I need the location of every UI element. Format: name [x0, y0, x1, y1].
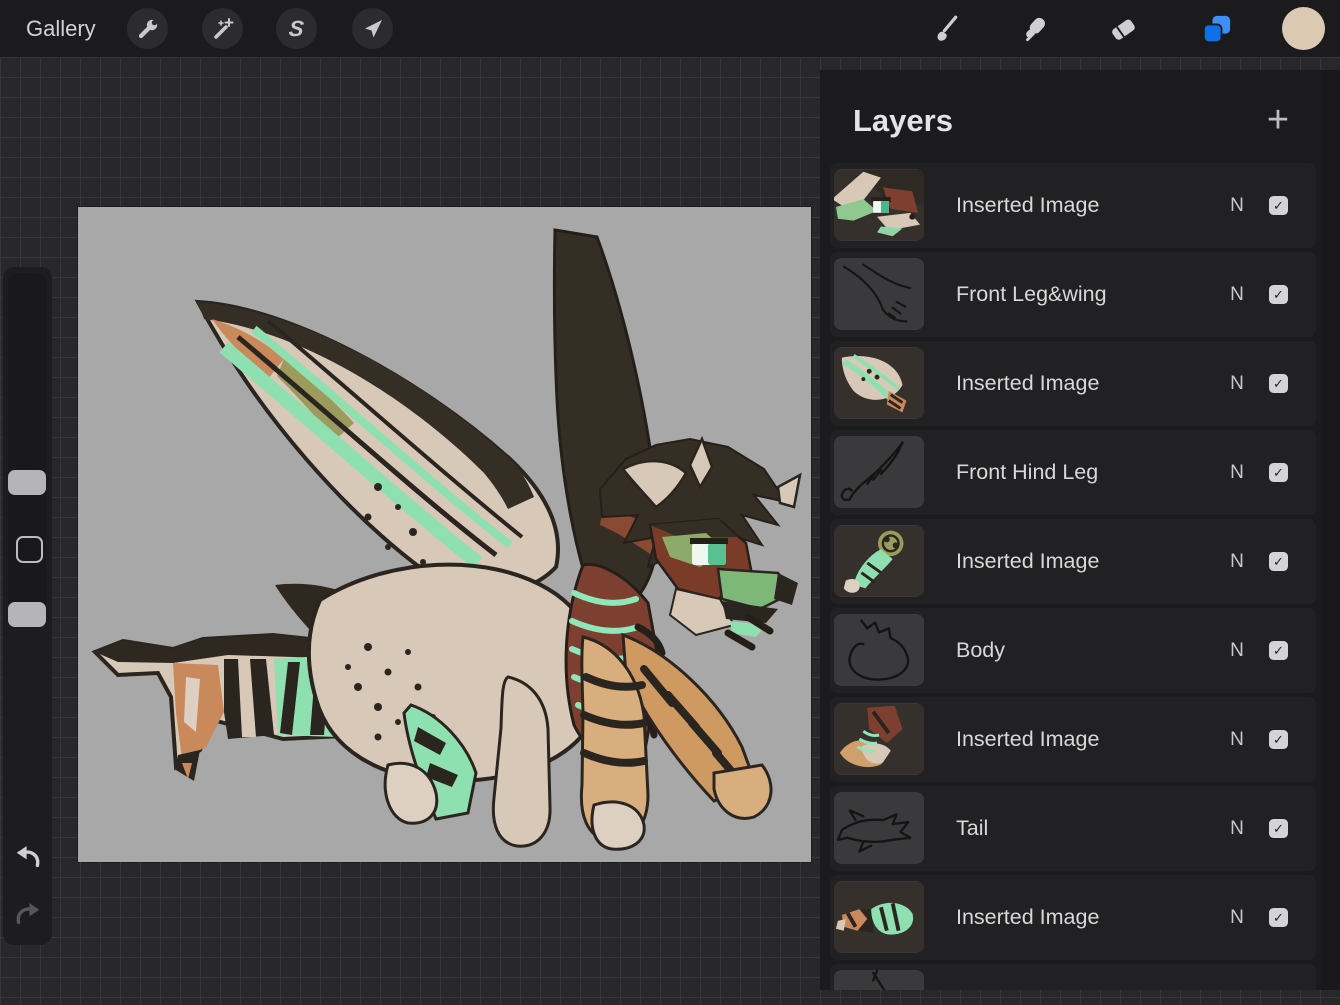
layer-name: Front Leg&wing: [956, 252, 1107, 337]
layer-row[interactable]: Front Hind Leg N ✓: [830, 430, 1316, 515]
blend-mode-button[interactable]: N: [1219, 163, 1255, 248]
undo-icon: [12, 842, 44, 872]
panel-edge-strip: [1322, 70, 1340, 990]
add-layer-button[interactable]: +: [1260, 100, 1296, 140]
layer-thumbnail[interactable]: [834, 436, 924, 508]
selection-s-icon: S: [288, 16, 305, 42]
layer-thumbnail[interactable]: [834, 525, 924, 597]
layer-row[interactable]: Front Leg&wing N ✓: [830, 252, 1316, 337]
pixel-art-dragon: [78, 207, 811, 862]
far-front-leg: [493, 677, 550, 846]
undo-button[interactable]: [12, 842, 44, 872]
layer-thumbnail[interactable]: [834, 614, 924, 686]
layer-name: Inserted Image: [956, 163, 1099, 248]
visibility-checkbox[interactable]: ✓: [1269, 730, 1288, 749]
layer-row[interactable]: Inserted Image N ✓: [830, 519, 1316, 604]
blend-mode-button[interactable]: N: [1219, 608, 1255, 693]
blend-mode-button[interactable]: N: [1219, 430, 1255, 515]
layer-thumbnail[interactable]: [834, 258, 924, 330]
layer-thumbnail[interactable]: [834, 881, 924, 953]
transform-button[interactable]: [352, 8, 393, 49]
layer-row[interactable]: Inserted Image N ✓: [830, 163, 1316, 248]
visibility-checkbox[interactable]: ✓: [1269, 285, 1288, 304]
transform-arrow-icon: [361, 17, 385, 41]
layer-row[interactable]: [830, 964, 1316, 990]
modify-button[interactable]: [16, 536, 43, 563]
layers-panel-button[interactable]: [1196, 8, 1238, 49]
drawing-canvas[interactable]: [78, 207, 811, 862]
brush-size-slider[interactable]: [8, 470, 46, 495]
layer-thumbnail[interactable]: [834, 169, 924, 241]
layers-panel: Layers + Inserted Image: [820, 70, 1322, 990]
eraser-icon: [1108, 14, 1138, 44]
visibility-checkbox[interactable]: ✓: [1269, 196, 1288, 215]
smudge-tool-button[interactable]: [1014, 8, 1056, 49]
layer-name: Tail: [956, 786, 988, 871]
actions-button[interactable]: [127, 8, 168, 49]
layer-row[interactable]: Tail N ✓: [830, 786, 1316, 871]
layer-name: Inserted Image: [956, 341, 1099, 426]
far-wing: [198, 302, 558, 593]
redo-icon: [12, 899, 44, 929]
brush-sidebar: [3, 267, 52, 945]
blend-mode-button[interactable]: [1219, 964, 1255, 990]
blend-mode-button[interactable]: N: [1219, 786, 1255, 871]
gallery-button[interactable]: Gallery: [26, 0, 96, 57]
layers-panel-title: Layers: [853, 103, 953, 139]
layer-name: Inserted Image: [956, 519, 1099, 604]
layer-name: Body: [956, 608, 1005, 693]
adjustments-button[interactable]: [202, 8, 243, 49]
visibility-checkbox[interactable]: ✓: [1269, 463, 1288, 482]
layer-list: Inserted Image N ✓ Front Leg&wing N ✓: [830, 163, 1316, 990]
brush-icon: [930, 14, 960, 44]
brush-tool-button[interactable]: [924, 8, 966, 49]
layer-thumbnail[interactable]: [834, 792, 924, 864]
wrench-icon: [136, 17, 160, 41]
eraser-tool-button[interactable]: [1102, 8, 1144, 49]
layer-name: Inserted Image: [956, 697, 1099, 782]
visibility-checkbox[interactable]: ✓: [1269, 374, 1288, 393]
visibility-checkbox[interactable]: ✓: [1269, 908, 1288, 927]
redo-button[interactable]: [12, 899, 44, 929]
blend-mode-button[interactable]: N: [1219, 875, 1255, 960]
visibility-checkbox[interactable]: ✓: [1269, 819, 1288, 838]
layer-row[interactable]: Body N ✓: [830, 608, 1316, 693]
color-swatch[interactable]: [1282, 7, 1325, 50]
blend-mode-button[interactable]: N: [1219, 252, 1255, 337]
layer-thumbnail[interactable]: [834, 703, 924, 775]
layers-icon: [1201, 13, 1233, 45]
layer-thumbnail[interactable]: [834, 347, 924, 419]
layer-thumbnail[interactable]: [834, 970, 924, 990]
selection-button[interactable]: S: [276, 8, 317, 49]
slider-track: [8, 273, 46, 625]
opacity-slider[interactable]: [8, 602, 46, 627]
layer-row[interactable]: Inserted Image N ✓: [830, 697, 1316, 782]
top-toolbar: Gallery S: [0, 0, 1340, 57]
layer-name: Front Hind Leg: [956, 430, 1098, 515]
visibility-checkbox[interactable]: ✓: [1269, 552, 1288, 571]
magic-wand-icon: [211, 17, 235, 41]
layer-name: Inserted Image: [956, 875, 1099, 960]
layer-row[interactable]: Inserted Image N ✓: [830, 875, 1316, 960]
smudge-icon: [1020, 14, 1050, 44]
visibility-checkbox[interactable]: ✓: [1269, 641, 1288, 660]
blend-mode-button[interactable]: N: [1219, 341, 1255, 426]
blend-mode-button[interactable]: N: [1219, 697, 1255, 782]
layer-row[interactable]: Inserted Image N ✓: [830, 341, 1316, 426]
blend-mode-button[interactable]: N: [1219, 519, 1255, 604]
